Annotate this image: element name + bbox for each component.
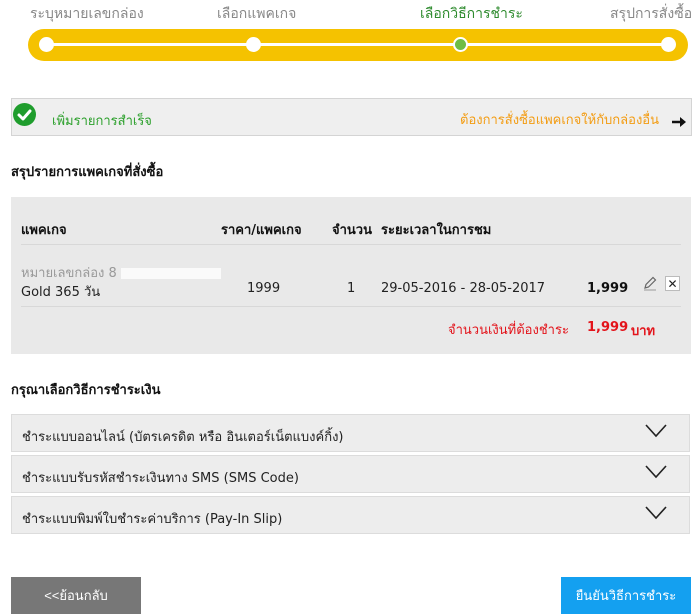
header-price: ราคา/แพคเกจ [221,223,302,238]
order-for-other-box-link[interactable]: ต้องการสั่งซื้อแพคเกจให้กับกล่องอื่น [460,109,659,130]
header-period: ระยะเวลาในการชม [381,223,492,238]
header-package: แพคเกจ [21,223,67,238]
payment-method-payin-slip-label: ชำระแบบพิมพ์ใบชำระค่าบริการ (Pay-In Slip… [22,512,283,527]
step-label-payment-method: เลือกวิธีการชำระ [420,6,523,22]
payment-method-title: กรุณาเลือกวิธีการชำระเงิน [11,383,161,398]
arrow-right-icon[interactable] [671,116,687,128]
check-circle-icon [13,103,36,126]
stepper-bar [28,29,688,61]
close-icon[interactable]: ✕ [665,276,680,291]
payment-method-payin-slip[interactable]: ชำระแบบพิมพ์ใบชำระค่าบริการ (Pay-In Slip… [11,496,690,534]
currency-label: บาท [631,324,656,339]
success-banner: เพิ่มรายการสำเร็จ ต้องการสั่งซื้อแพคเกจใ… [11,98,692,136]
payment-method-sms-label: ชำระแบบรับรหัสชำระเงินทาง SMS (SMS Code) [22,471,299,486]
payment-method-online[interactable]: ชำระแบบออนไลน์ (บัตรเครดิต หรือ อินเตอร์… [11,414,690,452]
confirm-payment-button[interactable]: ยืนยันวิธีการชำระ [561,577,691,614]
payment-method-sms[interactable]: ชำระแบบรับรหัสชำระเงินทาง SMS (SMS Code) [11,455,690,493]
package-name: Gold 365 วัน [21,285,101,300]
masked-box-number [120,268,221,279]
step-dot-3-active [453,37,468,52]
row-divider [21,306,681,307]
step-dot-1 [39,37,54,52]
box-number-label: หมายเลขกล่อง 8 [21,262,221,283]
chevron-down-icon[interactable] [645,424,667,438]
order-summary-table: แพคเกจ ราคา/แพคเกจ จำนวน ระยะเวลาในการชม… [11,197,691,354]
success-message: เพิ่มรายการสำเร็จ [52,114,152,129]
chevron-down-icon[interactable] [645,465,667,479]
amount-due-label: จำนวนเงินที่ต้องชำระ [448,323,569,338]
pencil-icon[interactable] [642,275,658,291]
package-price: 1999 [247,281,281,296]
package-qty: 1 [347,281,356,296]
step-dot-4 [661,37,676,52]
step-label-select-package: เลือกแพคเกจ [217,6,297,22]
summary-title: สรุปรายการแพคเกจที่สั่งซื้อ [11,165,164,180]
chevron-down-icon[interactable] [645,506,667,520]
header-qty: จำนวน [332,223,372,238]
package-period: 29-05-2016 - 28-05-2017 [381,281,546,296]
amount-due-value: 1,999 [587,320,629,335]
header-divider [21,244,681,245]
payment-method-online-label: ชำระแบบออนไลน์ (บัตรเครดิต หรือ อินเตอร์… [22,430,344,445]
step-label-box-number: ระบุหมายเลขกล่อง [30,6,144,22]
stepper-track [46,43,670,46]
step-label-order-summary: สรุปการสั่งซื้อ [610,6,693,22]
back-button[interactable]: <<ย้อนกลับ [11,577,141,614]
row-total: 1,999 [587,281,629,296]
step-dot-2 [246,37,261,52]
